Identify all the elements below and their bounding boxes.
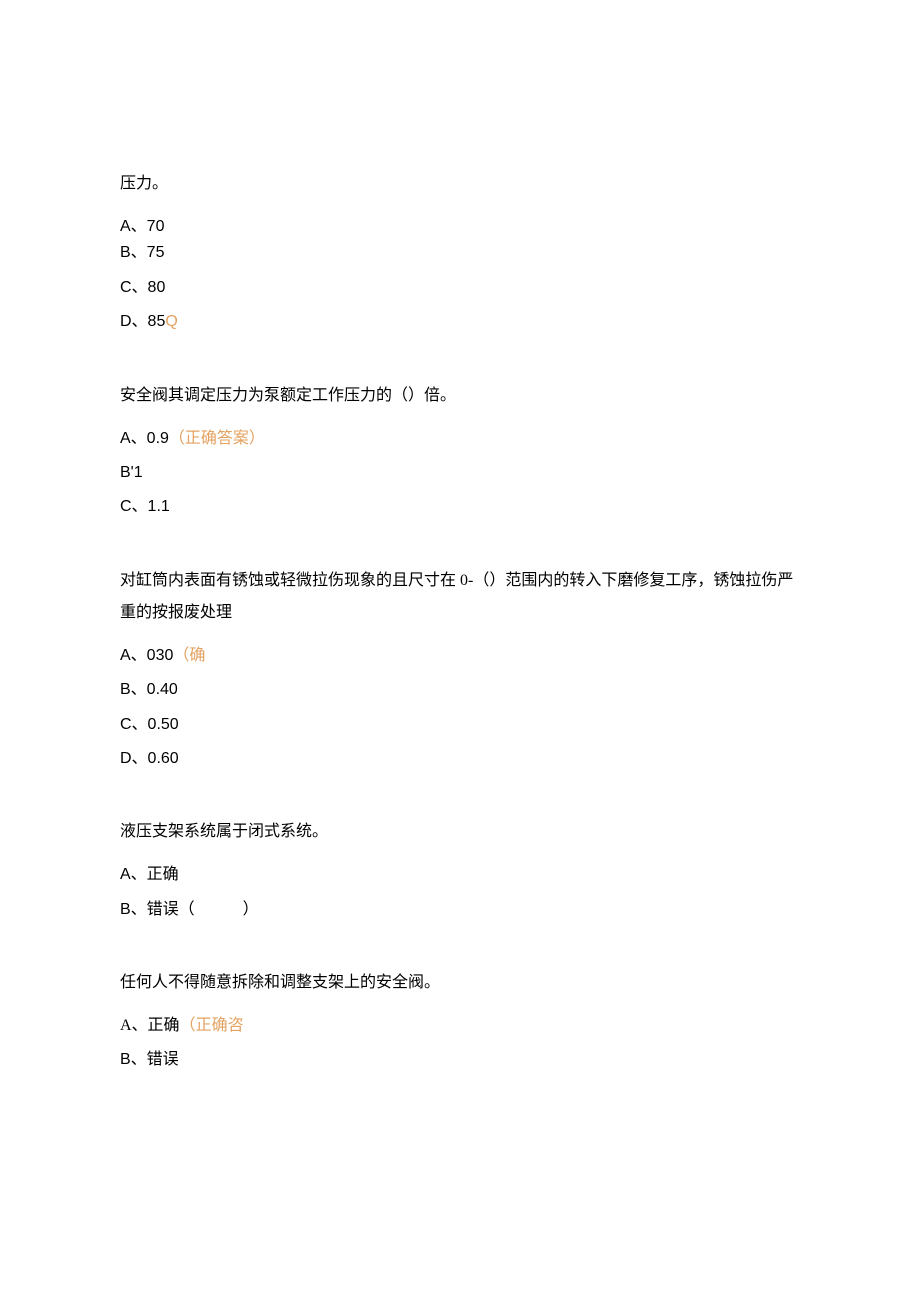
question-3: 对缸筒内表面有锈蚀或轻微拉伤现象的且尺寸在 0-（）范围内的转入下磨修复工序，锈… (120, 565, 800, 771)
option-b: B、错误（ ） (120, 899, 800, 921)
option-d-text: D、85 (120, 313, 165, 330)
question-stem: 安全阀其调定压力为泵额定工作压力的（）倍。 (120, 380, 800, 412)
option-c: C、1.1 (120, 496, 800, 518)
option-a: A、70 (120, 216, 800, 238)
option-b: B、0.40 (120, 679, 800, 701)
option-a: A、正确 (120, 864, 800, 886)
question-4: 液压支架系统属于闭式系统。 A、正确 B、错误（ ） (120, 816, 800, 921)
option-a: A、030（确 (120, 645, 800, 667)
option-a: A、正确（正确咨 (120, 1015, 800, 1037)
option-d-accent: Q (165, 313, 177, 330)
question-stem: 液压支架系统属于闭式系统。 (120, 816, 800, 848)
option-c: C、80 (120, 277, 800, 299)
option-a: A、0.9（正确答案） (120, 428, 800, 450)
question-1: 压力。 A、70 B、75 C、80 D、85Q (120, 168, 800, 334)
option-a-accent: （正确咨 (180, 1017, 244, 1034)
option-d: D、85Q (120, 311, 800, 333)
option-a-accent: （正确答案） (169, 430, 265, 447)
option-a-text: A、030 (120, 647, 173, 664)
option-b: B、错误 (120, 1049, 800, 1071)
option-a-text: A、0.9 (120, 430, 169, 447)
question-5: 任何人不得随意拆除和调整支架上的安全阀。 A、正确（正确咨 B、错误 (120, 967, 800, 1072)
document-page: 压力。 A、70 B、75 C、80 D、85Q 安全阀其调定压力为泵额定工作压… (0, 0, 920, 1301)
question-stem: 压力。 (120, 168, 800, 200)
option-a-text: A、正确 (120, 1017, 180, 1034)
question-stem: 对缸筒内表面有锈蚀或轻微拉伤现象的且尺寸在 0-（）范围内的转入下磨修复工序，锈… (120, 565, 800, 629)
option-d: D、0.60 (120, 748, 800, 770)
option-b: B、75 (120, 242, 800, 264)
option-a-accent: （确 (173, 647, 205, 664)
option-c: C、0.50 (120, 714, 800, 736)
question-stem: 任何人不得随意拆除和调整支架上的安全阀。 (120, 967, 800, 999)
question-2: 安全阀其调定压力为泵额定工作压力的（）倍。 A、0.9（正确答案） B'1 C、… (120, 380, 800, 519)
option-b: B'1 (120, 462, 800, 484)
